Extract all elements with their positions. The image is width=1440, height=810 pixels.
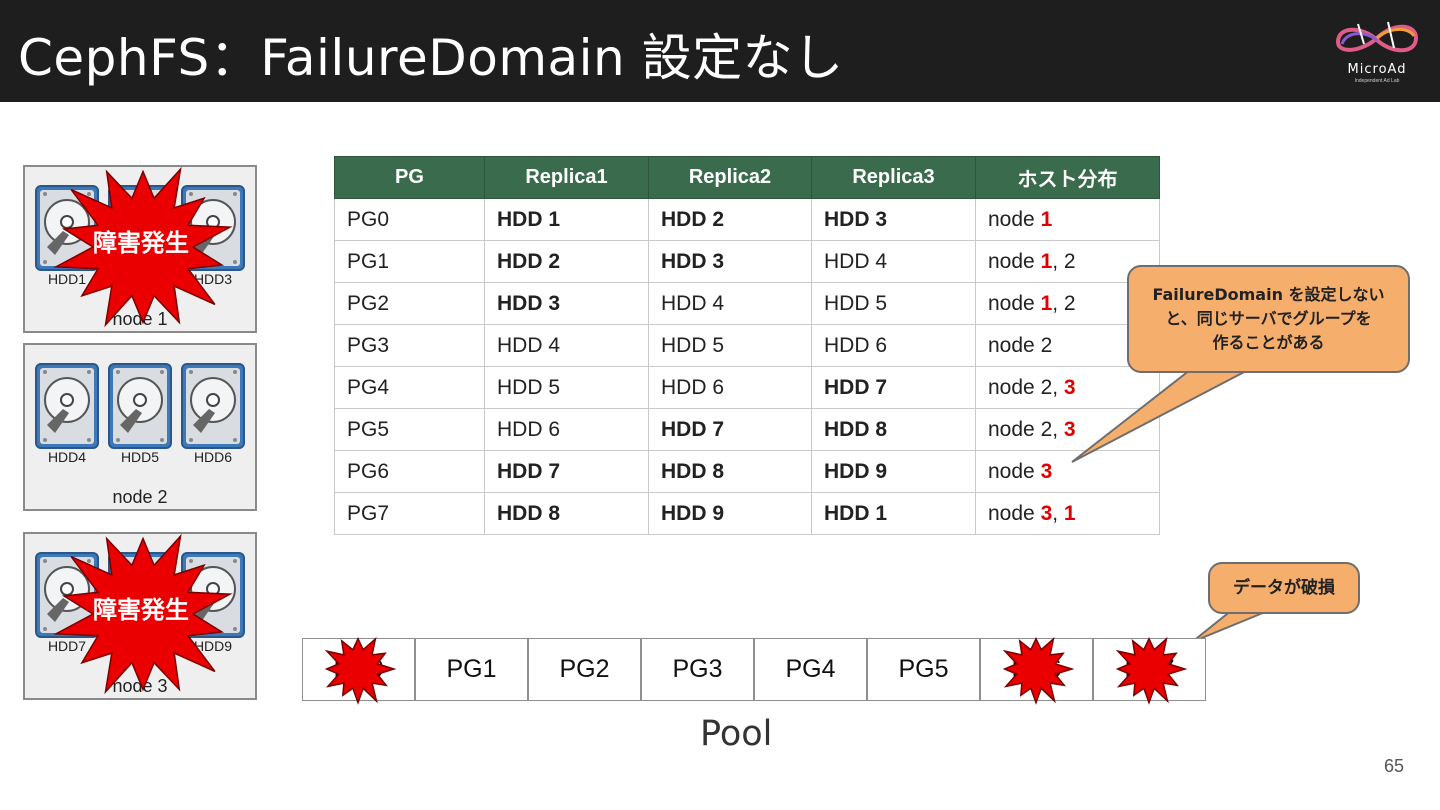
pool-cell: PG2 — [528, 638, 641, 701]
page-number: 65 — [1384, 756, 1405, 776]
damage-burst-icon — [1109, 632, 1189, 707]
pool-cell: PG4 — [754, 638, 867, 701]
pool-cell: PG3 — [641, 638, 754, 701]
damage-burst-icon — [996, 632, 1076, 707]
pool-cell: PG5 — [867, 638, 980, 701]
callout-line-3: 作ることがある — [1212, 333, 1325, 352]
callout-data-damaged: データが破損 — [1208, 562, 1360, 614]
damage-burst-icon — [318, 632, 398, 707]
pool-cell: PG1 — [415, 638, 528, 701]
callout-line-2: と、同じサーバでグループを — [1165, 309, 1372, 328]
callout-failure-domain-note: FailureDomain を設定しない と、同じサーバでグループを 作ることが… — [1127, 265, 1410, 373]
pool-label: Pool — [700, 714, 773, 754]
callout-line-1: FailureDomain を設定しない — [1152, 285, 1385, 304]
callout-main-tail — [1071, 369, 1249, 463]
